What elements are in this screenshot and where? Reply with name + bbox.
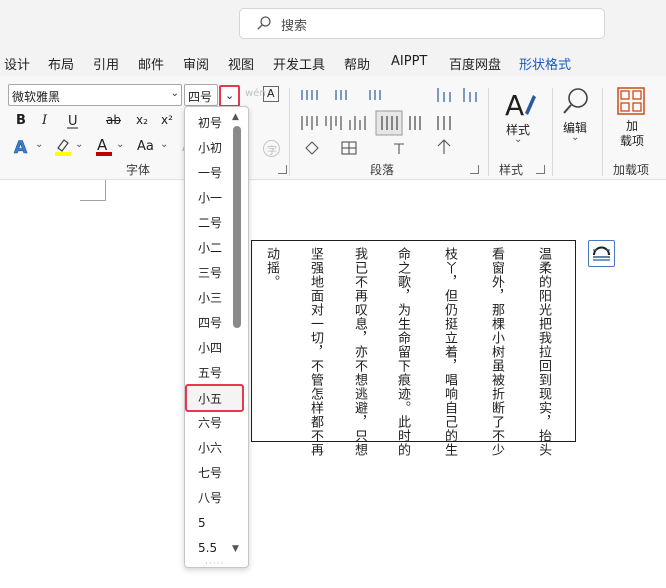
menu-view[interactable]: 视图 — [228, 54, 254, 73]
text-column: 动摇。 — [264, 247, 279, 289]
menu-baidu-netdisk[interactable]: 百度网盘 — [449, 54, 501, 73]
menu-references[interactable]: 引用 — [93, 54, 119, 73]
menu-developer[interactable]: 开发工具 — [273, 54, 325, 73]
font-dialog-launcher[interactable] — [278, 165, 287, 174]
size-option[interactable]: 小二 — [186, 236, 233, 260]
group-label-font: 字体 — [126, 163, 151, 177]
menu-help[interactable]: 帮助 — [344, 54, 370, 73]
menu-mailings[interactable]: 邮件 — [138, 54, 164, 73]
svg-text:U: U — [68, 114, 78, 129]
title-bar: 搜索 — [0, 0, 666, 46]
size-option[interactable]: 六号 — [186, 411, 233, 435]
chevron-down-icon: ⌄ — [75, 139, 84, 150]
scroll-thumb[interactable] — [233, 126, 241, 328]
addins-icon[interactable] — [617, 87, 645, 115]
resize-grip-icon[interactable]: ····· — [205, 559, 224, 569]
size-option[interactable]: 5.5 — [186, 536, 233, 560]
chevron-down-icon: ⌄ — [35, 139, 44, 150]
size-option[interactable]: 四号 — [186, 311, 233, 335]
page-margin-mark — [80, 180, 106, 201]
size-option[interactable]: 小一 — [186, 186, 233, 210]
styles-dialog-launcher[interactable] — [536, 165, 545, 174]
text-box[interactable]: 温柔的阳光把我拉回到现实，抬头 看窗外，那棵小树虽被折断了不少 枝丫，但仍挺立着… — [251, 240, 576, 457]
scroll-up-icon[interactable]: ▲ — [232, 112, 239, 122]
font-name-combo[interactable]: 微软雅黑 ⌄ — [8, 84, 182, 106]
size-option[interactable]: 小六 — [186, 436, 233, 460]
menu-review[interactable]: 审阅 — [183, 54, 209, 73]
text-column: 看窗外，那棵小树虽被折断了不少 — [489, 247, 504, 457]
addins-button[interactable]: 加 载项 — [620, 119, 644, 149]
chevron-down-icon: ⌄ — [225, 89, 235, 102]
text-column: 命之歌，为生命留下痕迹。此时的 — [395, 247, 410, 457]
search-placeholder: 搜索 — [281, 19, 308, 34]
group-label-styles: 样式 — [499, 163, 524, 177]
paragraph-tools — [301, 88, 477, 155]
text-column: 坚强地面对一切，不管怎样都不再 — [308, 247, 323, 457]
superscript-button[interactable]: x² — [161, 113, 173, 127]
separator — [602, 88, 603, 176]
font-size-dropdown-button[interactable]: ⌄ — [219, 85, 240, 107]
char-border-glyph: A — [267, 87, 275, 100]
chevron-down-icon: ⌄ — [116, 139, 125, 150]
text-effects-icon[interactable]: A — [12, 137, 34, 157]
font-color-icon[interactable]: A — [94, 136, 114, 158]
font-size-value: 四号 — [188, 90, 213, 104]
subscript-button[interactable]: x₂ — [136, 113, 148, 127]
size-option[interactable]: 小四 — [186, 336, 233, 360]
size-option[interactable]: 5 — [186, 511, 233, 535]
size-option[interactable]: 七号 — [186, 461, 233, 485]
chevron-down-icon: ⌄ — [514, 134, 523, 145]
group-label-paragraph: 段落 — [370, 163, 395, 177]
size-option[interactable]: 二号 — [186, 211, 233, 235]
svg-text:A: A — [97, 136, 108, 154]
text-column: 我已不再叹息，亦不想逃避，只想 — [352, 247, 367, 457]
chevron-down-icon: ⌄ — [170, 88, 179, 99]
font-name-value: 微软雅黑 — [12, 90, 61, 104]
text-column: 温柔的阳光把我拉回到现实，抬头 — [536, 247, 551, 457]
size-option[interactable]: 八号 — [186, 486, 233, 510]
size-option[interactable]: 初号 — [186, 111, 233, 135]
phonetic-guide-icon: wén — [245, 88, 266, 99]
text-column: 枝丫，但仍挺立着，唱响自己的生 — [442, 247, 457, 457]
search-icon — [257, 16, 271, 30]
highlight-icon[interactable] — [53, 137, 73, 157]
chevron-down-icon: ⌄ — [160, 139, 169, 150]
strikethrough-button[interactable]: ab — [106, 113, 121, 127]
search-box[interactable]: 搜索 — [239, 8, 605, 39]
chevron-down-icon: ⌄ — [571, 132, 580, 143]
size-option[interactable]: 一号 — [186, 161, 233, 185]
italic-button[interactable]: I — [42, 113, 47, 128]
find-icon[interactable] — [561, 86, 591, 116]
menu-layout[interactable]: 布局 — [48, 54, 74, 73]
group-label-addins: 加载项 — [613, 163, 650, 177]
scroll-down-icon[interactable]: ▼ — [232, 544, 239, 554]
size-option[interactable]: 小初 — [186, 136, 233, 160]
paragraph-dialog-launcher[interactable] — [470, 165, 479, 174]
svg-text:A: A — [505, 89, 524, 121]
separator — [552, 88, 553, 176]
enclose-glyph: 字 — [267, 146, 277, 157]
underline-icon[interactable]: U — [64, 112, 82, 130]
separator — [289, 88, 290, 176]
change-case-button[interactable]: Aa — [137, 139, 154, 154]
layout-options-icon — [593, 246, 610, 261]
enclose-chars-icon: 字 — [263, 140, 280, 157]
menu-aippt[interactable]: AIPPT — [391, 54, 427, 69]
layout-options-button[interactable] — [588, 240, 615, 267]
menu-bar: 设计 布局 引用 邮件 审阅 视图 开发工具 帮助 AIPPT 百度网盘 形状格… — [0, 46, 666, 76]
size-option[interactable]: 小三 — [186, 286, 233, 310]
size-option[interactable]: 三号 — [186, 261, 233, 285]
styles-icon[interactable]: A — [503, 87, 537, 121]
font-size-combo[interactable]: 四号 — [184, 84, 218, 106]
separator — [488, 88, 489, 176]
menu-shape-format[interactable]: 形状格式 — [519, 54, 571, 73]
svg-text:A: A — [14, 138, 28, 157]
bold-button[interactable]: B — [16, 113, 26, 128]
menu-design[interactable]: 设计 — [4, 54, 30, 73]
size-option[interactable]: 五号 — [186, 361, 233, 385]
